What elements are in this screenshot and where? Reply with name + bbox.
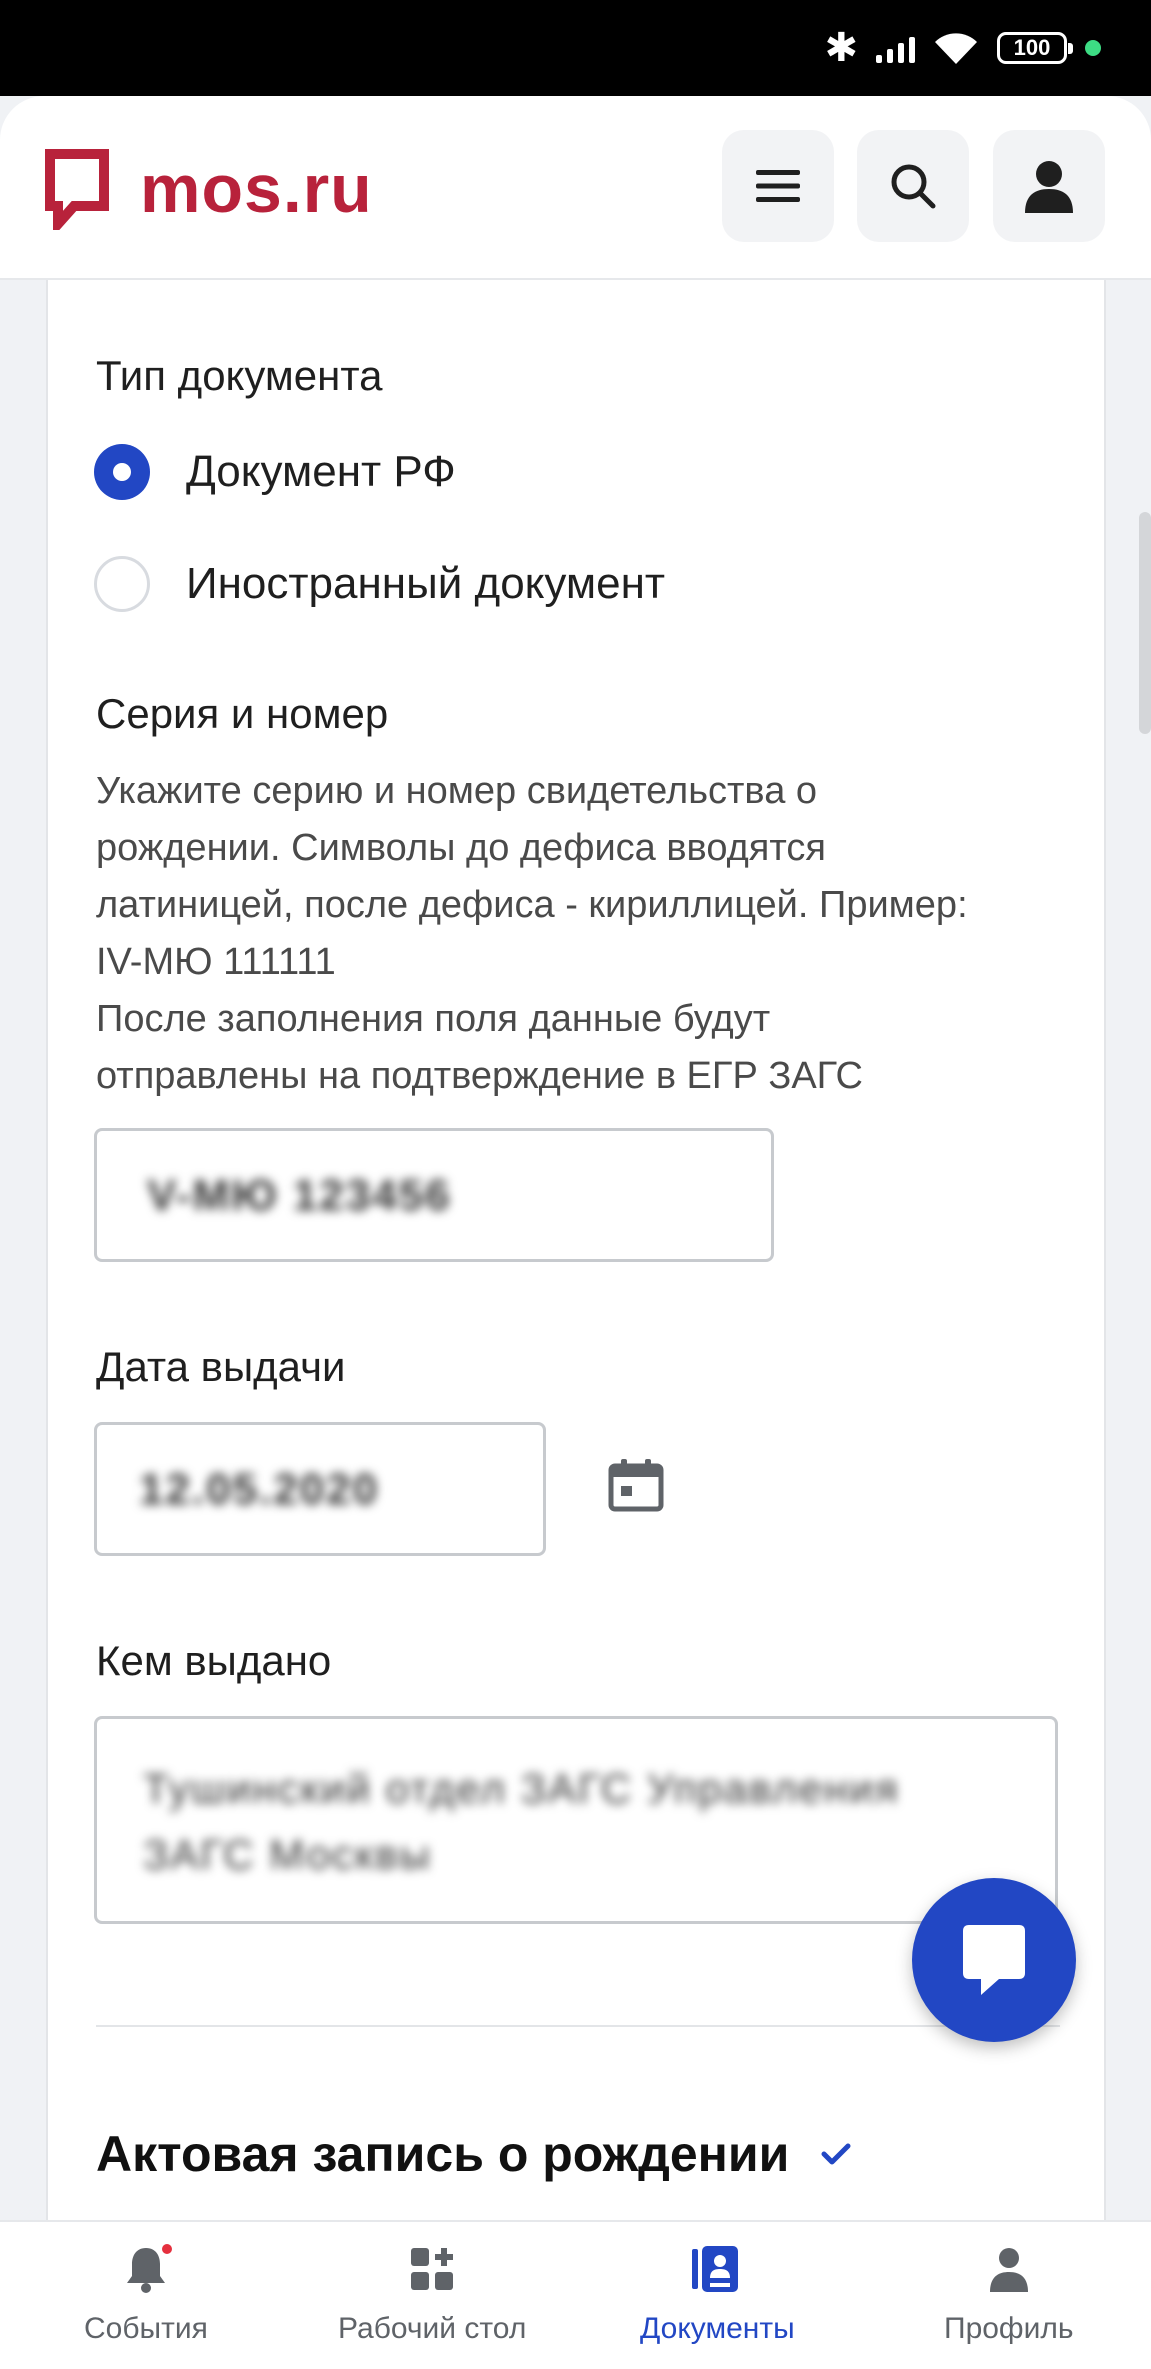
app-header: mos.ru — [0, 96, 1151, 280]
radio-unchecked-icon — [94, 556, 150, 612]
bell-icon — [124, 2242, 174, 2294]
section-title: Актовая запись о рождении — [96, 2126, 790, 2182]
radio-checked-icon — [94, 444, 150, 500]
radio-label: Документ РФ — [186, 447, 456, 496]
menu-button[interactable] — [722, 130, 834, 242]
series-number-hint: Укажите серию и номер свидетельства о ро… — [96, 770, 968, 1097]
nav-profile[interactable]: Профиль — [944, 2244, 1074, 2346]
bottom-navigation: События Рабочий стол Документы Профиль — [0, 2220, 1151, 2369]
search-icon — [889, 162, 937, 210]
logo-text: mos.ru — [140, 151, 373, 227]
blurred-value: ЗАГС Москвы — [143, 1831, 432, 1878]
issued-by-label: Кем выдано — [96, 1637, 332, 1684]
series-number-input[interactable]: V-МЮ 123456 — [94, 1128, 774, 1262]
camera-indicator-dot — [1085, 40, 1101, 56]
notification-dot — [159, 2242, 174, 2256]
profile-button[interactable] — [993, 130, 1105, 242]
issue-date-label: Дата выдачи — [96, 1343, 346, 1390]
issued-by-textarea[interactable]: Тушинский отдел ЗАГС Управления ЗАГС Мос… — [94, 1716, 1058, 1924]
doc-type-label: Тип документа — [96, 352, 383, 399]
check-icon — [821, 2142, 851, 2166]
birth-record-section-header[interactable]: Актовая запись о рождении — [96, 2125, 851, 2183]
series-number-label: Серия и номер — [96, 690, 389, 737]
profile-icon — [989, 2244, 1029, 2294]
nav-desktop[interactable]: Рабочий стол — [338, 2244, 526, 2346]
issue-date-input[interactable]: 12.05.2020 — [94, 1422, 546, 1556]
widgets-icon — [409, 2244, 455, 2294]
documents-icon — [692, 2244, 742, 2294]
radio-foreign-document[interactable]: Иностранный документ — [94, 556, 665, 612]
logo[interactable]: mos.ru — [44, 148, 373, 230]
blurred-value: 12.05.2020 — [139, 1465, 380, 1514]
bluetooth-icon: ✱ — [824, 25, 858, 71]
search-button[interactable] — [857, 130, 969, 242]
scrollbar[interactable] — [1139, 512, 1151, 734]
radio-label: Иностранный документ — [186, 559, 666, 608]
blurred-value: V-МЮ 123456 — [147, 1171, 452, 1220]
wifi-icon — [933, 30, 979, 66]
user-icon — [1023, 159, 1075, 213]
blurred-value: Тушинский отдел ЗАГС Управления — [143, 1765, 900, 1812]
calendar-icon[interactable] — [608, 1458, 664, 1517]
menu-icon — [754, 168, 802, 204]
chat-button[interactable] — [912, 1878, 1076, 2042]
section-divider — [96, 2025, 1060, 2027]
logo-mark-icon — [44, 148, 110, 230]
battery-icon: 100 — [997, 32, 1073, 64]
radio-document-rf[interactable]: Документ РФ — [94, 444, 456, 500]
status-bar: ✱ 100 — [0, 0, 1151, 96]
chat-icon — [959, 1923, 1029, 1997]
nav-events[interactable]: События — [84, 2242, 208, 2346]
signal-icon — [876, 33, 915, 63]
nav-documents[interactable]: Документы — [640, 2244, 795, 2346]
